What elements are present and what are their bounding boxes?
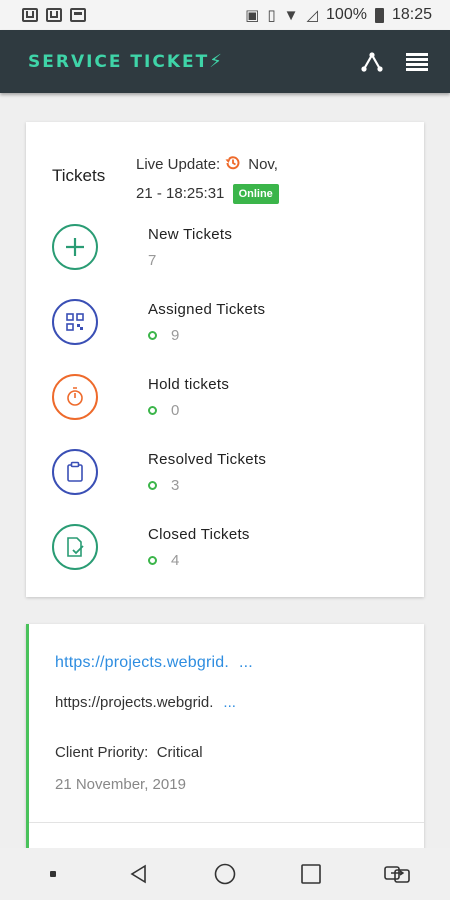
card-title: Tickets xyxy=(52,166,106,185)
ticket-row-new[interactable]: New Tickets 7 xyxy=(52,224,392,284)
app-title: SERVICE TICKET xyxy=(28,52,210,72)
vibrate-icon: ▯ xyxy=(267,7,276,24)
ticket-count: 3 xyxy=(171,477,180,494)
battery-icon xyxy=(374,7,384,23)
ticket-label: New Tickets xyxy=(148,226,233,243)
status-dot-icon xyxy=(148,331,157,340)
ticket-row-hold[interactable]: Hold tickets 0 xyxy=(52,374,392,434)
ticket-row-closed[interactable]: Closed Tickets 4 xyxy=(52,524,392,584)
live-update-time-2: 21 - 18:25:31 xyxy=(136,185,225,202)
qr-icon xyxy=(52,299,98,345)
recents-icon[interactable] xyxy=(296,859,326,889)
share-icon[interactable] xyxy=(360,50,384,74)
ticket-count: 4 xyxy=(171,552,180,569)
status-dot-icon xyxy=(148,481,157,490)
ticket-label: Resolved Tickets xyxy=(148,451,267,468)
client-priority: Client Priority: Critical xyxy=(55,744,203,761)
ticket-link-subtitle: https://projects.webgrid.... xyxy=(55,694,236,711)
ticket-count: 7 xyxy=(148,252,157,269)
ticket-label: Closed Tickets xyxy=(148,526,250,543)
wifi-icon: ▼ xyxy=(283,6,299,24)
nfc-icon: ▣ xyxy=(245,7,260,24)
priority-value: Critical xyxy=(156,744,203,761)
ticket-row-resolved[interactable]: Resolved Tickets 3 xyxy=(52,449,392,509)
ticket-subtitle-more[interactable]: ... xyxy=(223,694,236,711)
screen-switch-icon[interactable] xyxy=(382,859,412,889)
ticket-count: 9 xyxy=(171,327,180,344)
app-logo: SERVICE TICKET⚡ xyxy=(28,51,222,72)
ticket-label: Assigned Tickets xyxy=(148,301,266,318)
ticket-link-more[interactable]: ... xyxy=(239,654,253,671)
ticket-card[interactable]: https://projects.webgrid.... https://pro… xyxy=(26,624,424,854)
live-update: Live Update: Nov, 21 - 18:25:31 Online xyxy=(136,152,406,207)
ticket-row-assigned[interactable]: Assigned Tickets 9 xyxy=(52,299,392,359)
status-dot-icon xyxy=(148,406,157,415)
image-icon xyxy=(70,8,86,22)
mail-icon xyxy=(22,8,38,22)
app-header: SERVICE TICKET⚡ xyxy=(0,30,450,93)
clock: 18:25 xyxy=(391,6,432,23)
plus-icon xyxy=(52,224,98,270)
ticket-label: Hold tickets xyxy=(148,376,230,393)
home-icon[interactable] xyxy=(210,859,240,889)
ticket-subtitle-text: https://projects.webgrid. xyxy=(55,694,214,711)
divider xyxy=(29,822,424,823)
status-badge: Online xyxy=(232,184,279,204)
bolt-icon: ⚡ xyxy=(209,51,222,71)
ticket-count: 0 xyxy=(171,402,180,419)
ticket-date: 21 November, 2019 xyxy=(55,776,186,793)
document-check-icon xyxy=(52,524,98,570)
status-bar: ▣ ▯ ▼ ◿ 100% 18:25 xyxy=(0,0,450,30)
ticket-link-text[interactable]: https://projects.webgrid. xyxy=(55,654,229,671)
menu-icon[interactable] xyxy=(406,52,428,71)
battery-percent: 100% xyxy=(326,6,367,23)
no-signal-icon: ◿ xyxy=(306,7,319,24)
live-update-time-1: Nov, xyxy=(248,156,278,173)
ticket-link-title[interactable]: https://projects.webgrid.... xyxy=(55,654,253,672)
priority-label: Client Priority: xyxy=(55,744,149,761)
status-dot-icon xyxy=(148,556,157,565)
mail-icon xyxy=(46,8,62,22)
summary-header: Tickets Live Update: Nov, 21 - 18:25:31 O… xyxy=(52,152,402,204)
system-nav-bar xyxy=(0,848,450,900)
dot-icon[interactable] xyxy=(38,859,68,889)
history-icon xyxy=(224,154,242,181)
back-icon[interactable] xyxy=(124,859,154,889)
system-icons: ▣ ▯ ▼ ◿ 100% 18:25 xyxy=(245,6,432,24)
live-update-label: Live Update: xyxy=(136,156,221,173)
tickets-summary-card: Tickets Live Update: Nov, 21 - 18:25:31 O… xyxy=(26,122,424,597)
timer-icon xyxy=(52,374,98,420)
clipboard-icon xyxy=(52,449,98,495)
notification-icons xyxy=(22,8,86,22)
